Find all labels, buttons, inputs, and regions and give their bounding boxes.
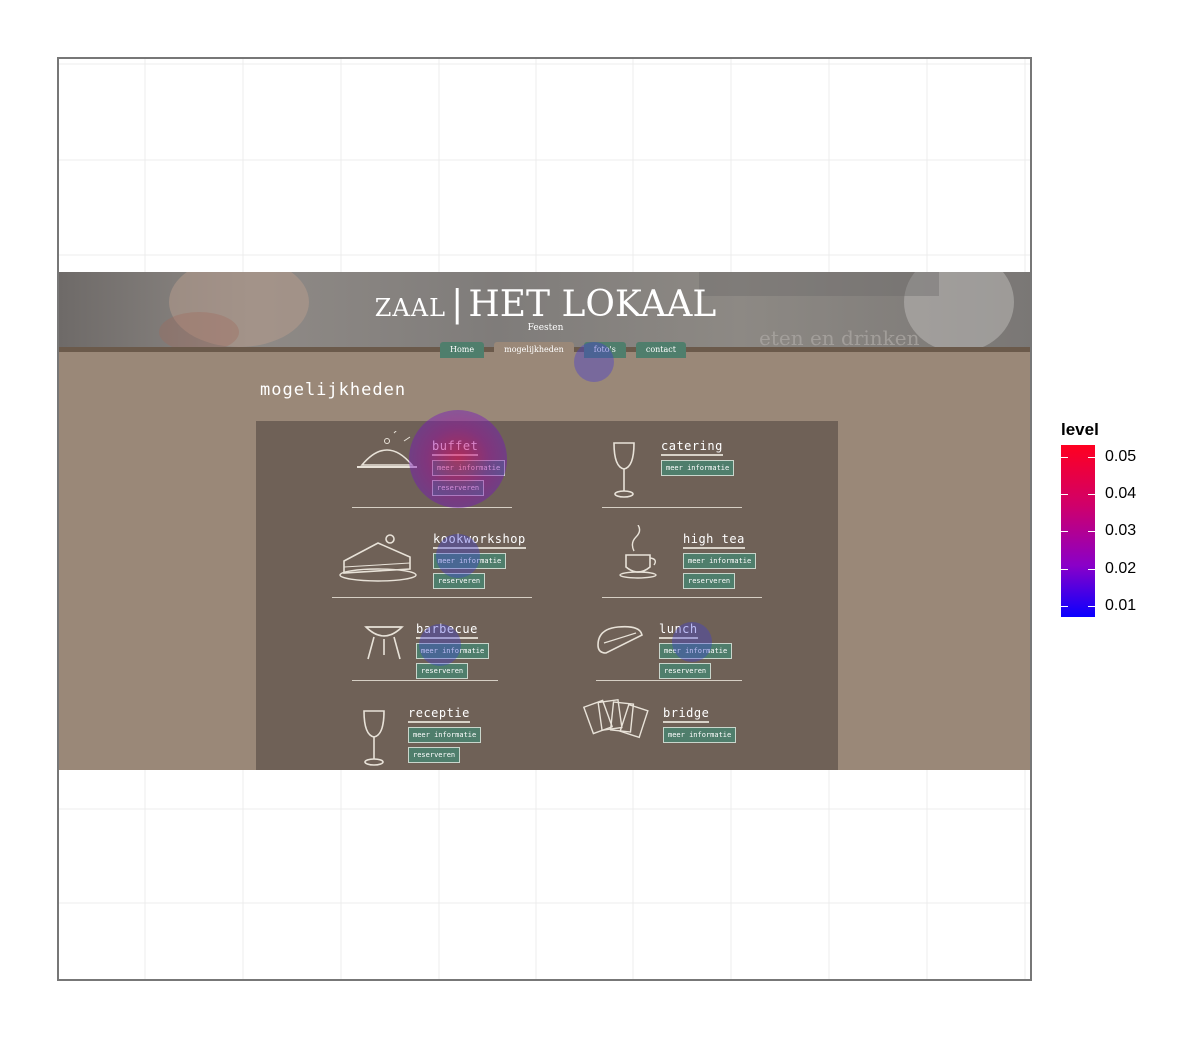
legend-tick-label: 0.02 bbox=[1105, 560, 1137, 577]
reserve-button[interactable]: reserveren bbox=[683, 573, 736, 589]
website-screenshot: eten en drinken ZAAL | HET LOKAAL Feeste… bbox=[59, 272, 1030, 770]
more-info-button[interactable]: meer informatie bbox=[661, 460, 735, 476]
option-title: bridge bbox=[663, 706, 710, 723]
cake-icon bbox=[339, 534, 417, 582]
brand-logo: ZAAL | HET LOKAAL bbox=[59, 284, 1030, 325]
option-lunch: lunch meer informatie reserveren bbox=[659, 618, 733, 679]
legend-color-bar bbox=[1061, 445, 1095, 617]
nav-tab-fotos[interactable]: foto's bbox=[583, 342, 626, 358]
nav-tab-mogelijkheden[interactable]: mogelijkheden bbox=[494, 342, 574, 358]
legend-tick-mark bbox=[1061, 569, 1068, 570]
wine-glass-icon bbox=[363, 710, 385, 766]
option-buffet: buffet meer informatie reserveren bbox=[432, 435, 506, 496]
option-title: lunch bbox=[659, 622, 698, 639]
brand-prefix: ZAAL bbox=[374, 294, 447, 322]
reserve-button[interactable]: reserveren bbox=[432, 480, 485, 496]
option-barbecue: barbecue meer informatie reserveren bbox=[416, 618, 490, 679]
header-banner: eten en drinken ZAAL | HET LOKAAL Feeste… bbox=[59, 272, 1030, 352]
option-title: kookworkshop bbox=[433, 532, 526, 549]
legend-tick-mark bbox=[1088, 457, 1095, 458]
option-title: receptie bbox=[408, 706, 470, 723]
options-board: buffet meer informatie reserveren cateri… bbox=[256, 421, 838, 770]
legend-tick-label: 0.04 bbox=[1105, 485, 1137, 502]
legend-tick-mark bbox=[1088, 606, 1095, 607]
divider bbox=[352, 507, 512, 508]
divider bbox=[602, 597, 762, 598]
reserve-button[interactable]: reserveren bbox=[433, 573, 486, 589]
more-info-button[interactable]: meer informatie bbox=[408, 727, 482, 743]
legend-title: level bbox=[1061, 420, 1099, 439]
brand-name: HET LOKAAL bbox=[468, 284, 717, 325]
more-info-button[interactable]: meer informatie bbox=[432, 460, 506, 476]
option-title: high tea bbox=[683, 532, 745, 549]
nav-tab-home[interactable]: Home bbox=[440, 342, 485, 358]
more-info-button[interactable]: meer informatie bbox=[683, 553, 757, 569]
wine-glass-icon bbox=[613, 442, 635, 498]
more-info-button[interactable]: meer informatie bbox=[416, 643, 490, 659]
legend-tick-mark bbox=[1061, 606, 1068, 607]
reserve-button[interactable]: reserveren bbox=[416, 663, 469, 679]
heat-legend: level 0.05 0.04 0.03 0.02 0.01 bbox=[1061, 420, 1136, 617]
legend-tick-label: 0.01 bbox=[1105, 597, 1137, 614]
option-kookworkshop: kookworkshop meer informatie reserveren bbox=[433, 528, 526, 589]
option-title: buffet bbox=[432, 439, 479, 456]
divider bbox=[352, 680, 498, 681]
reserve-button[interactable]: reserveren bbox=[408, 747, 461, 763]
divider bbox=[596, 680, 742, 681]
more-info-button[interactable]: meer informatie bbox=[663, 727, 737, 743]
nav-tab-contact[interactable]: contact bbox=[635, 342, 686, 358]
playing-cards-icon bbox=[582, 698, 649, 739]
option-title: catering bbox=[661, 439, 723, 456]
divider bbox=[332, 597, 532, 598]
divider bbox=[602, 507, 742, 508]
option-high-tea: high tea meer informatie reserveren bbox=[683, 528, 757, 589]
grill-icon bbox=[364, 626, 404, 660]
more-info-button[interactable]: meer informatie bbox=[659, 643, 733, 659]
main-nav: Home mogelijkheden foto's contact bbox=[440, 342, 686, 358]
option-catering: catering meer informatie bbox=[661, 435, 735, 476]
sandwich-icon bbox=[597, 625, 643, 654]
more-info-button[interactable]: meer informatie bbox=[433, 553, 507, 569]
legend-tick-label: 0.03 bbox=[1105, 522, 1137, 539]
option-title: barbecue bbox=[416, 622, 478, 639]
legend-tick-mark bbox=[1061, 494, 1068, 495]
brand-subtitle: Feesten bbox=[527, 323, 564, 333]
legend-tick-mark bbox=[1088, 494, 1095, 495]
legend-tick-mark bbox=[1061, 457, 1068, 458]
cloche-icon bbox=[357, 431, 417, 468]
teacup-icon bbox=[619, 525, 657, 579]
option-receptie: receptie meer informatie reserveren bbox=[408, 702, 482, 763]
option-bridge: bridge meer informatie bbox=[663, 702, 737, 743]
plot-frame: eten en drinken ZAAL | HET LOKAAL Feeste… bbox=[57, 57, 1032, 981]
legend-tick-mark bbox=[1088, 569, 1095, 570]
legend-tick-mark bbox=[1061, 531, 1068, 532]
reserve-button[interactable]: reserveren bbox=[659, 663, 712, 679]
brand-separator: | bbox=[451, 284, 464, 325]
legend-tick-label: 0.05 bbox=[1105, 448, 1137, 465]
legend-tick-mark bbox=[1088, 531, 1095, 532]
page-title: mogelijkheden bbox=[260, 380, 407, 400]
